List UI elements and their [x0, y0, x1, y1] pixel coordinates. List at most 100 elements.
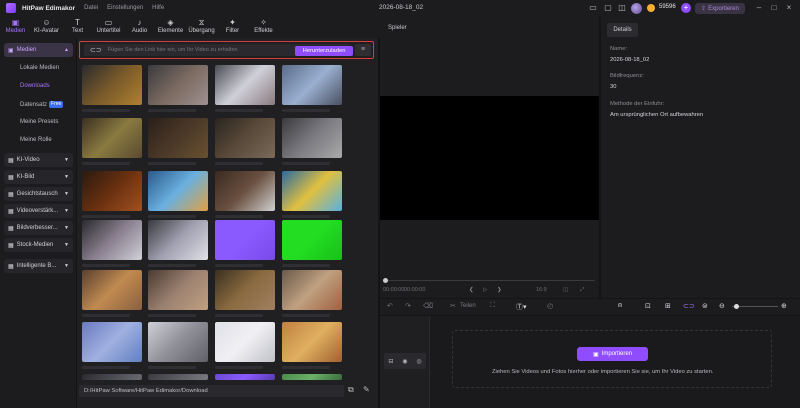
sidebar-section-1[interactable]: ▦ KI-Bild ▼: [4, 170, 73, 184]
undo-icon[interactable]: ↶: [387, 302, 393, 310]
open-folder-icon[interactable]: ⧉: [348, 385, 354, 395]
sidebar-item-presets[interactable]: Meine Presets: [20, 119, 58, 125]
feedback-icon[interactable]: ▢: [603, 3, 613, 13]
media-thumbnail[interactable]: [82, 171, 142, 211]
close-icon[interactable]: ×: [784, 3, 794, 13]
import-button[interactable]: ▣ Importieren: [577, 347, 648, 361]
magnet-icon[interactable]: ⊂⊃: [683, 302, 695, 310]
media-thumbnail[interactable]: [148, 220, 208, 260]
track-controls: ⊟ ◉ ◎: [384, 353, 426, 369]
zoom-in-icon[interactable]: ⊕: [781, 302, 787, 310]
tab-effekte[interactable]: ✧ Effekte: [248, 16, 279, 38]
media-thumbnail[interactable]: [148, 270, 208, 310]
aspect-ratio[interactable]: 16:9: [536, 287, 547, 293]
media-thumbnail[interactable]: [82, 270, 142, 310]
tab-audio[interactable]: ♪ Audio: [124, 16, 155, 38]
tab-elemente[interactable]: ◈ Elemente: [155, 16, 186, 38]
menu-file[interactable]: Datei: [84, 5, 98, 11]
link-input[interactable]: [107, 47, 298, 53]
tab-ki-avatar[interactable]: ☺ KI-Avatar: [31, 16, 62, 38]
media-thumbnail[interactable]: [82, 65, 142, 105]
crop-icon[interactable]: ⛶: [490, 302, 495, 310]
media-thumbnail[interactable]: [215, 171, 275, 211]
tab-text[interactable]: T Text: [62, 16, 93, 38]
edit-path-icon[interactable]: ✎: [363, 385, 370, 394]
add-coins-button[interactable]: +: [681, 3, 691, 13]
microphone-icon[interactable]: ⍝: [618, 302, 622, 310]
zoom-out-icon[interactable]: ⊖: [719, 302, 725, 310]
redo-icon[interactable]: ↷: [405, 302, 411, 310]
sidebar-item-downloads[interactable]: Downloads: [20, 83, 50, 89]
tab-medien[interactable]: ▣ Medien: [0, 16, 31, 38]
zoom-slider-handle[interactable]: [734, 304, 739, 309]
next-frame-icon[interactable]: ❯: [497, 287, 502, 293]
gift-icon[interactable]: ◫: [617, 3, 627, 13]
media-thumbnail[interactable]: [282, 118, 342, 158]
tab-untertitel[interactable]: ▭ Untertitel: [93, 16, 124, 38]
media-thumbnail[interactable]: [148, 322, 208, 362]
export-button[interactable]: ⇪ Exportieren: [695, 3, 745, 14]
sidebar-item-dataset[interactable]: Datensatz Free: [20, 101, 64, 108]
sidebar-section-4[interactable]: ▦ Bildverbesser... ▼: [4, 221, 73, 235]
speed-icon[interactable]: ◴: [547, 302, 553, 310]
monitor-icon[interactable]: ▭: [588, 3, 598, 13]
media-thumbnail[interactable]: [282, 65, 342, 105]
media-thumbnail[interactable]: [282, 322, 342, 362]
media-thumbnail[interactable]: [215, 322, 275, 362]
sidebar-section-5[interactable]: ▦ Stock-Medien ▼: [4, 238, 73, 252]
media-thumbnail[interactable]: [82, 118, 142, 158]
menu-help[interactable]: Hilfe: [152, 5, 164, 11]
playhead-handle[interactable]: [383, 278, 388, 283]
text-tool-icon[interactable]: Ⓣ▾: [516, 302, 527, 312]
split-icon[interactable]: ✂: [450, 302, 456, 310]
media-thumbnail[interactable]: [148, 118, 208, 158]
media-thumbnail[interactable]: [82, 220, 142, 260]
sidebar-section-3[interactable]: ▦ Videoverstärk... ▼: [4, 204, 73, 218]
sidebar-media-header[interactable]: ▣ Medien ▲: [4, 43, 73, 57]
download-button[interactable]: Herunterzuladen: [295, 46, 353, 56]
tab-details[interactable]: Details: [607, 23, 638, 37]
avatar[interactable]: [631, 3, 642, 14]
playback-progress[interactable]: [384, 280, 595, 281]
sidebar-section-0[interactable]: ▦ KI-Video ▼: [4, 153, 73, 167]
maximize-icon[interactable]: □: [769, 3, 779, 13]
snap-icon[interactable]: ⊡: [645, 302, 651, 310]
media-thumbnail[interactable]: [148, 65, 208, 105]
lock-icon[interactable]: ⊟: [388, 358, 393, 365]
list-icon[interactable]: ≡: [355, 44, 371, 56]
media-thumbnail[interactable]: [215, 65, 275, 105]
visibility-icon[interactable]: ◉: [402, 358, 407, 365]
menu-settings[interactable]: Einstellungen: [107, 5, 143, 11]
media-thumbnail[interactable]: [282, 270, 342, 310]
avatar-icon: ☺: [42, 18, 51, 27]
media-thumbnail[interactable]: [215, 374, 275, 380]
media-thumbnail[interactable]: [215, 220, 275, 260]
media-thumbnail[interactable]: [282, 171, 342, 211]
preview-quality-icon[interactable]: ⊜: [702, 302, 708, 310]
minimize-icon[interactable]: –: [754, 3, 764, 13]
media-thumbnail[interactable]: [282, 220, 342, 260]
media-thumbnail[interactable]: [148, 171, 208, 211]
media-thumbnail[interactable]: [82, 322, 142, 362]
split-label[interactable]: Teilen: [460, 303, 476, 309]
mute-icon[interactable]: ◎: [416, 358, 421, 365]
snapshot-icon[interactable]: ◫: [563, 287, 568, 293]
delete-icon[interactable]: ⌫: [423, 302, 433, 310]
play-icon[interactable]: ▷: [483, 287, 487, 293]
fullscreen-icon[interactable]: ⤢: [580, 287, 584, 294]
import-label: Importieren: [601, 351, 633, 357]
link-track-icon[interactable]: ⊞: [665, 302, 671, 310]
sidebar-section-6[interactable]: ▦ Intelligente B... ▼: [4, 259, 73, 273]
media-thumbnail[interactable]: [82, 374, 142, 380]
sidebar-item-role[interactable]: Meine Rolle: [20, 137, 52, 143]
media-thumbnail[interactable]: [282, 374, 342, 380]
tab-übergang[interactable]: ⧖ Übergang: [186, 16, 217, 38]
media-thumbnail[interactable]: [215, 270, 275, 310]
tab-filter[interactable]: ✦ Filter: [217, 16, 248, 38]
sidebar-section-2[interactable]: ▦ Gesichtstausch ▼: [4, 187, 73, 201]
prev-frame-icon[interactable]: ❮: [469, 287, 474, 293]
preview-screen[interactable]: [380, 96, 599, 220]
media-thumbnail[interactable]: [148, 374, 208, 380]
media-thumbnail[interactable]: [215, 118, 275, 158]
sidebar-item-local-media[interactable]: Lokale Medien: [20, 65, 59, 71]
